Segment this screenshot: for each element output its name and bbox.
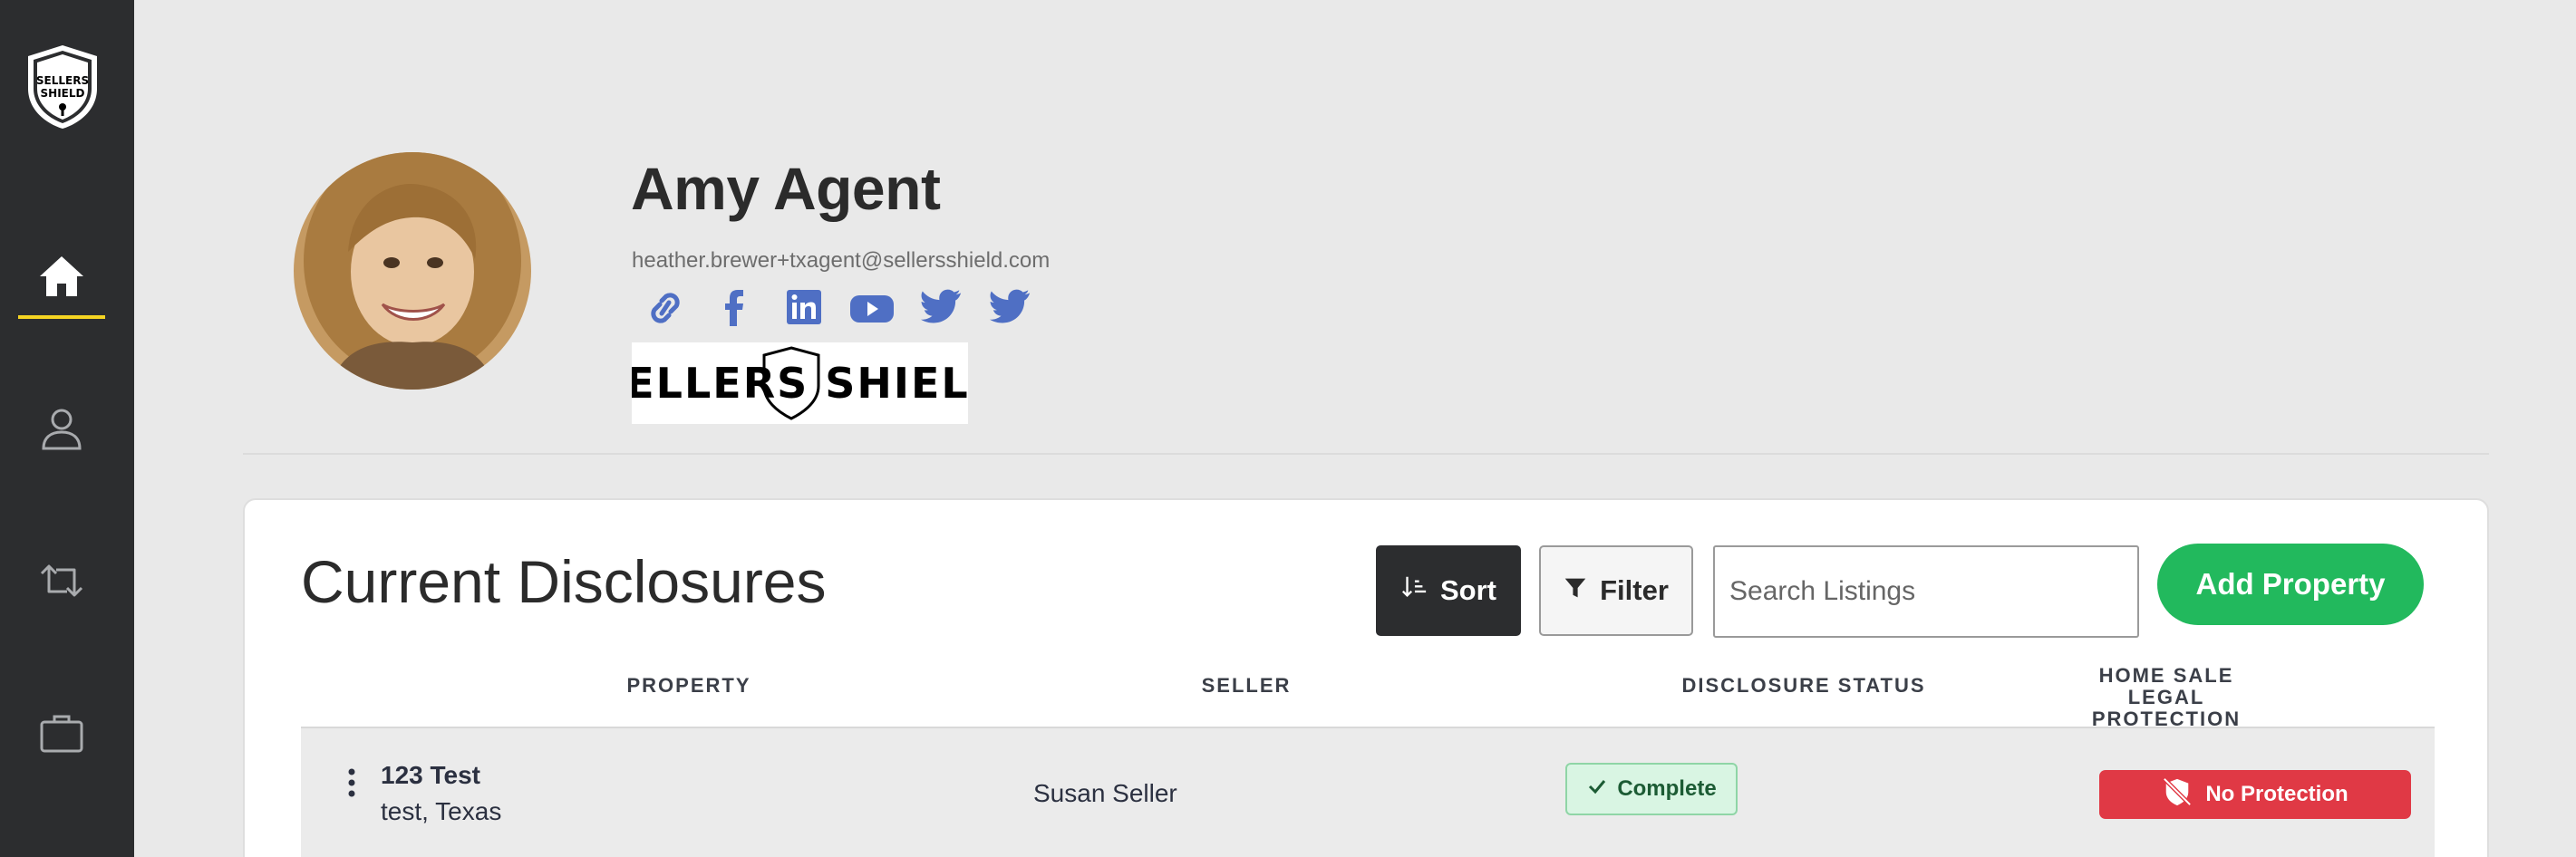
column-header-protection[interactable]: HOME SALE LEGAL PROTECTION bbox=[2058, 665, 2275, 730]
search-input[interactable] bbox=[1713, 545, 2139, 638]
sidebar: SELLERS SHIELD bbox=[0, 0, 134, 857]
shield-off-icon bbox=[2162, 776, 2193, 814]
youtube-icon[interactable] bbox=[848, 288, 896, 328]
logo-line-1: SELLERS bbox=[36, 74, 89, 87]
facebook-icon[interactable] bbox=[711, 288, 758, 328]
home-icon bbox=[36, 251, 87, 306]
logo-line-2: SHIELD bbox=[41, 87, 85, 100]
social-links bbox=[642, 288, 1033, 328]
property-location: test, Texas bbox=[381, 797, 502, 825]
more-options-icon[interactable] bbox=[343, 766, 361, 803]
status-badge[interactable]: Complete bbox=[1565, 763, 1738, 815]
filter-button[interactable]: Filter bbox=[1539, 545, 1693, 636]
linkedin-icon[interactable] bbox=[780, 288, 827, 328]
sidebar-item-transfer[interactable] bbox=[18, 542, 105, 623]
column-header-property[interactable]: PROPERTY bbox=[598, 674, 780, 698]
protection-badge[interactable]: No Protection bbox=[2099, 770, 2411, 819]
status-label: Complete bbox=[1617, 776, 1717, 801]
disclosures-card: Current Disclosures Sort Filter Add Prop… bbox=[243, 498, 2489, 857]
check-icon bbox=[1586, 775, 1608, 804]
briefcase-icon bbox=[36, 708, 87, 763]
user-icon bbox=[36, 403, 87, 458]
brokerage-logo: SELLERS SHIELD bbox=[632, 342, 968, 424]
transfer-icon bbox=[36, 555, 87, 611]
sidebar-item-briefcase[interactable] bbox=[18, 694, 105, 775]
seller-name: Susan Seller bbox=[1033, 779, 1177, 807]
sort-label: Sort bbox=[1440, 574, 1496, 606]
sidebar-item-home[interactable] bbox=[18, 237, 105, 319]
add-property-button[interactable]: Add Property bbox=[2157, 544, 2424, 625]
sort-icon bbox=[1400, 573, 1428, 608]
protection-label: No Protection bbox=[2205, 782, 2348, 806]
sidebar-item-profile[interactable] bbox=[18, 390, 105, 471]
filter-icon bbox=[1564, 574, 1587, 607]
agent-email: heather.brewer+txagent@sellersshield.com bbox=[632, 248, 1051, 273]
agent-avatar bbox=[294, 152, 531, 390]
section-title: Current Disclosures bbox=[301, 548, 827, 615]
property-title[interactable]: 123 Test bbox=[381, 761, 480, 790]
column-header-seller[interactable]: SELLER bbox=[1178, 674, 1314, 698]
column-header-status[interactable]: DISCLOSURE STATUS bbox=[1668, 674, 1940, 698]
brokerage-logo-text: SELLERS SHIELD bbox=[632, 359, 968, 408]
table-row[interactable]: 123 Test test, Texas Susan Seller Comple… bbox=[301, 727, 2435, 857]
twitter-icon[interactable] bbox=[917, 288, 964, 328]
link-icon[interactable] bbox=[642, 288, 689, 328]
twitter-icon[interactable] bbox=[986, 288, 1033, 328]
agent-name: Amy Agent bbox=[631, 155, 941, 222]
header-divider bbox=[243, 453, 2489, 455]
sellers-shield-logo[interactable]: SELLERS SHIELD bbox=[24, 43, 101, 130]
filter-label: Filter bbox=[1600, 574, 1669, 606]
sort-button[interactable]: Sort bbox=[1376, 545, 1521, 636]
